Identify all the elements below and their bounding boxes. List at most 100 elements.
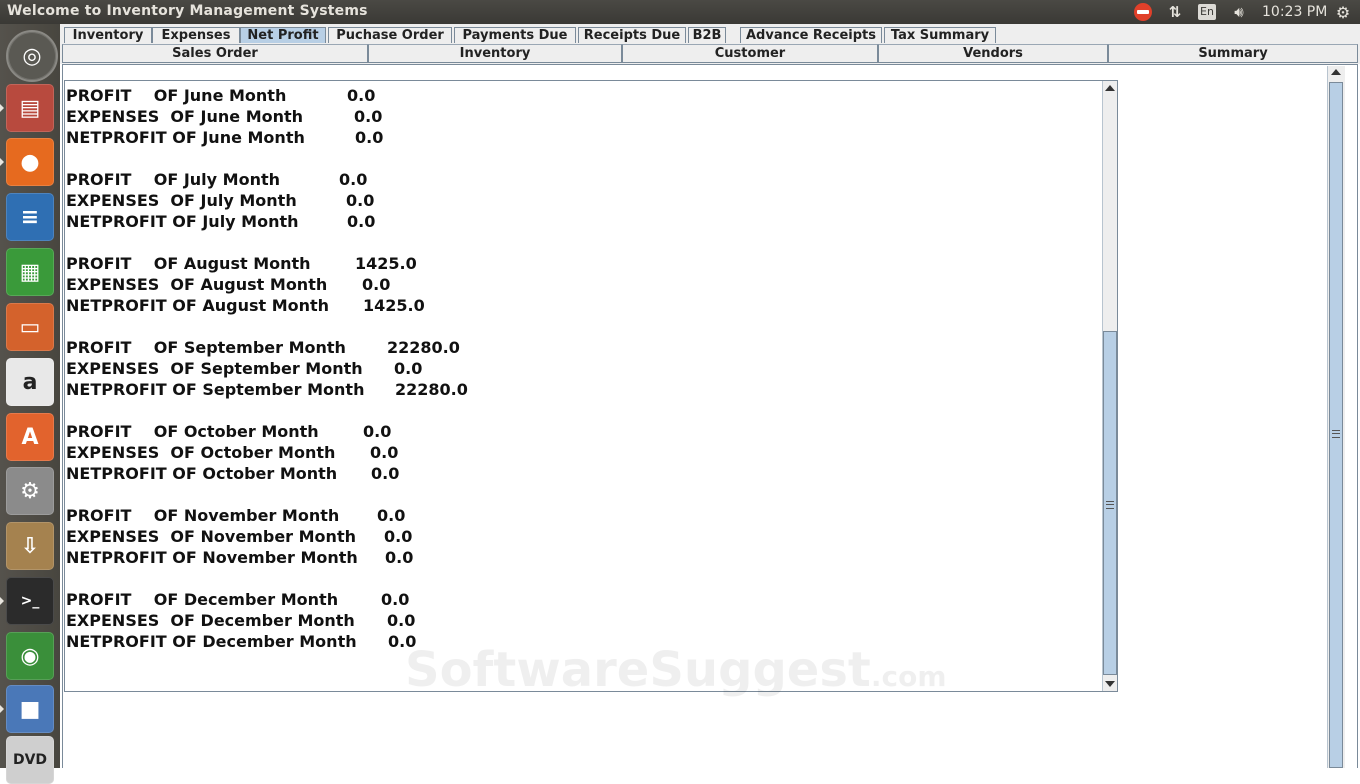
running-indicator (0, 597, 4, 605)
keyboard-layout-label: En (1198, 4, 1216, 20)
keyboard-layout-indicator[interactable]: En (1197, 2, 1217, 22)
terminal-glyph: >_ (20, 593, 40, 609)
files-icon[interactable]: ▤ (6, 84, 54, 132)
archive-icon[interactable]: ⇩ (6, 522, 54, 570)
virtualbox-glyph: ■ (19, 696, 41, 722)
profit-value: 0.0 (339, 170, 368, 189)
amazon-icon[interactable]: a (6, 358, 54, 406)
scroll-grip-icon (1106, 501, 1114, 509)
netprofit-value: 0.0 (385, 548, 414, 567)
system-menu-gear-icon[interactable]: ⚙ (1332, 2, 1354, 22)
top-panel: Welcome to Inventory Management Systems … (0, 0, 1360, 24)
profit-label: PROFIT OF November Month (66, 506, 340, 525)
calc-icon[interactable]: ▦ (6, 248, 54, 296)
impress-glyph: ▭ (19, 314, 41, 340)
ubuntu-dash-glyph: ◎ (22, 43, 42, 69)
netprofit-value: 0.0 (355, 128, 384, 147)
session-stop-icon[interactable] (1132, 2, 1154, 22)
tab-tax-summary[interactable]: Tax Summary (884, 27, 996, 43)
subtab-sales-order[interactable]: Sales Order (62, 44, 368, 63)
software-center-icon[interactable]: A (6, 413, 54, 461)
netprofit-label: NETPROFIT OF August Month (66, 296, 330, 315)
volume-icon[interactable]: 🔊︎ (1228, 2, 1250, 22)
expenses-value: 0.0 (370, 443, 399, 462)
tab-net-profit[interactable]: Net Profit (240, 27, 326, 43)
subtab-vendors[interactable]: Vendors (878, 44, 1108, 63)
profit-label: PROFIT OF December Month (66, 590, 339, 609)
clock[interactable]: 10:23 PM (1262, 4, 1327, 20)
software-center-glyph: A (21, 424, 39, 450)
tab-payments-due[interactable]: Payments Due (454, 27, 576, 43)
system-settings-icon[interactable]: ⚙ (6, 467, 54, 515)
dvd-icon[interactable]: DVD (6, 736, 54, 784)
firefox-glyph: ● (20, 149, 40, 175)
netprofit-label: NETPROFIT OF June Month (66, 128, 305, 147)
netprofit-value: 0.0 (371, 464, 400, 483)
expenses-label: EXPENSES OF December Month (66, 611, 355, 630)
expenses-value: 0.0 (387, 611, 416, 630)
report-text[interactable]: PROFIT OF June Month 0.0 EXPENSES OF June … (66, 85, 1096, 685)
sub-tab-bar: Sales Order Inventory Customer Vendors Summa… (60, 44, 1360, 64)
expenses-label: EXPENSES OF November Month (66, 527, 356, 546)
running-indicator (0, 104, 4, 112)
profit-label: PROFIT OF July Month (66, 170, 280, 189)
scroll-thumb[interactable] (1329, 82, 1343, 768)
launcher: ◎ ▤ ● ≡ ▦ ▭ a A ⚙ ⇩ >_ ◉ ■ DVD (0, 24, 61, 784)
tab-receipts-due[interactable]: Receipts Due (578, 27, 686, 43)
archive-glyph: ⇩ (20, 533, 40, 559)
expenses-label: EXPENSES OF August Month (66, 275, 328, 294)
profit-value: 0.0 (377, 506, 406, 525)
expenses-value: 0.0 (354, 107, 383, 126)
netprofit-label: NETPROFIT OF July Month (66, 212, 299, 231)
subtab-summary[interactable]: Summary (1108, 44, 1358, 63)
profit-label: PROFIT OF June Month (66, 86, 287, 105)
report-vertical-scrollbar[interactable] (1102, 81, 1117, 691)
expenses-value: 0.0 (384, 527, 413, 546)
profit-label: PROFIT OF September Month (66, 338, 346, 357)
network-icon[interactable]: ⇅ (1164, 2, 1186, 22)
files-glyph: ▤ (19, 95, 41, 121)
watermark-main: SoftwareSuggest (405, 642, 871, 698)
expenses-label: EXPENSES OF October Month (66, 443, 336, 462)
main-tab-bar: Inventory Expenses Net Profit Puchase Order… (60, 24, 1360, 44)
tab-puchase-order[interactable]: Puchase Order (328, 27, 452, 43)
firefox-icon[interactable]: ● (6, 138, 54, 186)
tab-expenses[interactable]: Expenses (152, 27, 240, 43)
outer-vertical-scrollbar[interactable] (1327, 66, 1345, 768)
app-window: Inventory Expenses Net Profit Puchase Order… (60, 24, 1360, 768)
net-profit-report-area[interactable]: PROFIT OF June Month 0.0 EXPENSES OF June … (64, 80, 1118, 692)
chrome-glyph: ◉ (20, 643, 40, 669)
subtab-inventory[interactable]: Inventory (368, 44, 622, 63)
expenses-value: 0.0 (346, 191, 375, 210)
expenses-label: EXPENSES OF June Month (66, 107, 304, 126)
amazon-glyph: a (22, 369, 38, 395)
scroll-down-arrow-icon[interactable] (1105, 681, 1115, 687)
impress-icon[interactable]: ▭ (6, 303, 54, 351)
calc-glyph: ▦ (19, 259, 41, 285)
chrome-icon[interactable]: ◉ (6, 632, 54, 680)
terminal-icon[interactable]: >_ (6, 577, 54, 625)
netprofit-label: NETPROFIT OF November Month (66, 548, 358, 567)
ubuntu-dash-icon[interactable]: ◎ (6, 30, 58, 82)
scroll-up-arrow-icon[interactable] (1331, 69, 1341, 75)
profit-value: 22280.0 (387, 338, 460, 357)
writer-icon[interactable]: ≡ (6, 193, 54, 241)
profit-value: 0.0 (363, 422, 392, 441)
tab-b2b[interactable]: B2B (688, 27, 726, 43)
subtab-customer[interactable]: Customer (622, 44, 878, 63)
scroll-up-arrow-icon[interactable] (1105, 85, 1115, 91)
expenses-label: EXPENSES OF July Month (66, 191, 297, 210)
profit-value: 1425.0 (355, 254, 417, 273)
netprofit-label: NETPROFIT OF December Month (66, 632, 357, 651)
running-indicator (0, 705, 4, 713)
tab-advance-receipts[interactable]: Advance Receipts (740, 27, 882, 43)
tab-inventory[interactable]: Inventory (64, 27, 152, 43)
watermark-suffix: .com (870, 660, 947, 693)
expenses-value: 0.0 (394, 359, 423, 378)
profit-value: 0.0 (347, 86, 376, 105)
expenses-value: 0.0 (362, 275, 391, 294)
netprofit-value: 0.0 (347, 212, 376, 231)
netprofit-value: 1425.0 (363, 296, 425, 315)
virtualbox-icon[interactable]: ■ (6, 685, 54, 733)
dvd-glyph: DVD (12, 752, 48, 768)
